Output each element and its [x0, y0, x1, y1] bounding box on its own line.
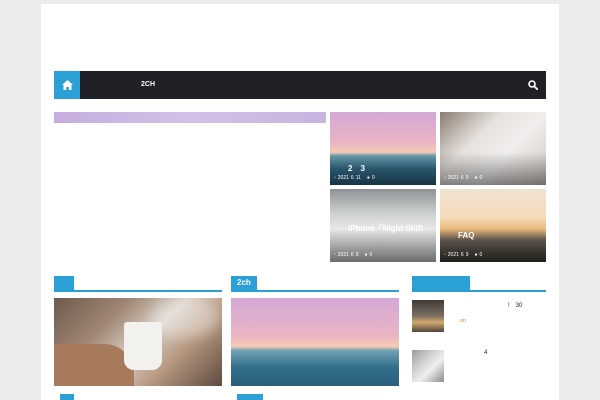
coffee-cup-graphic	[124, 322, 162, 370]
featured-title[interactable]: iPhone「Night Shift	[348, 223, 423, 234]
featured-post-4[interactable]: FAQ ▫ 2021 6 9 ● 0	[440, 189, 546, 262]
post-category-tag-middle[interactable]	[237, 394, 263, 400]
sidebar-item-1-meta: .on	[459, 318, 466, 324]
featured-title[interactable]: 2 3	[348, 163, 365, 174]
search-button[interactable]	[526, 78, 540, 92]
post-category-tag-left[interactable]	[60, 394, 74, 400]
featured-meta: ▫ 2021 6 9 ● 0	[444, 252, 483, 258]
home-icon	[61, 80, 73, 90]
section-header-left	[54, 276, 222, 292]
sidebar-thumb-1[interactable]	[412, 300, 444, 332]
comment-icon: ●	[364, 252, 368, 258]
comment-icon: ●	[366, 175, 370, 181]
search-icon	[528, 80, 538, 90]
calendar-icon: ▫	[334, 175, 336, 181]
slider-banner[interactable]	[54, 112, 326, 123]
calendar-icon: ▫	[444, 252, 446, 258]
section-tab-left[interactable]	[54, 276, 74, 290]
sidebar-item-2-text[interactable]: 4	[484, 350, 487, 356]
home-button[interactable]	[54, 71, 80, 99]
comment-icon: ●	[474, 175, 478, 181]
featured-post-1[interactable]: 2 3 ▫ 2021 6 11 ● 0	[330, 112, 436, 185]
sidebar-item-1-text[interactable]: ! 30	[508, 300, 522, 309]
section-header-right	[412, 276, 546, 292]
post-image-coffee[interactable]	[54, 298, 222, 386]
featured-meta: ▫ 2021 6 11 ● 0	[334, 175, 375, 181]
section-header-middle: 2ch	[231, 276, 399, 292]
section-tab-2ch[interactable]: 2ch	[231, 276, 257, 290]
nav-item-2ch[interactable]: 2CH	[141, 71, 155, 99]
comment-icon: ●	[474, 252, 478, 258]
featured-post-3[interactable]: iPhone「Night Shift ▫ 2021 6 9 ● 0	[330, 189, 436, 262]
featured-post-2[interactable]: ▫ 2021 6 9 ● 0	[440, 112, 546, 185]
featured-meta: ▫ 2021 6 9 ● 0	[334, 252, 373, 258]
calendar-icon: ▫	[444, 175, 446, 181]
sidebar-thumb-2[interactable]	[412, 350, 444, 382]
featured-meta: ▫ 2021 6 9 ● 0	[444, 175, 483, 181]
calendar-icon: ▫	[334, 252, 336, 258]
page-container: 2CH 2 3 ▫ 2021 6 11 ● 0 ▫ 2021 6 9 ● 0 iPhone「Ni	[41, 4, 559, 400]
post-image-sea[interactable]	[231, 298, 399, 386]
featured-title[interactable]: FAQ	[458, 231, 474, 240]
main-navbar: 2CH	[54, 71, 546, 99]
section-tab-right[interactable]	[412, 276, 470, 290]
